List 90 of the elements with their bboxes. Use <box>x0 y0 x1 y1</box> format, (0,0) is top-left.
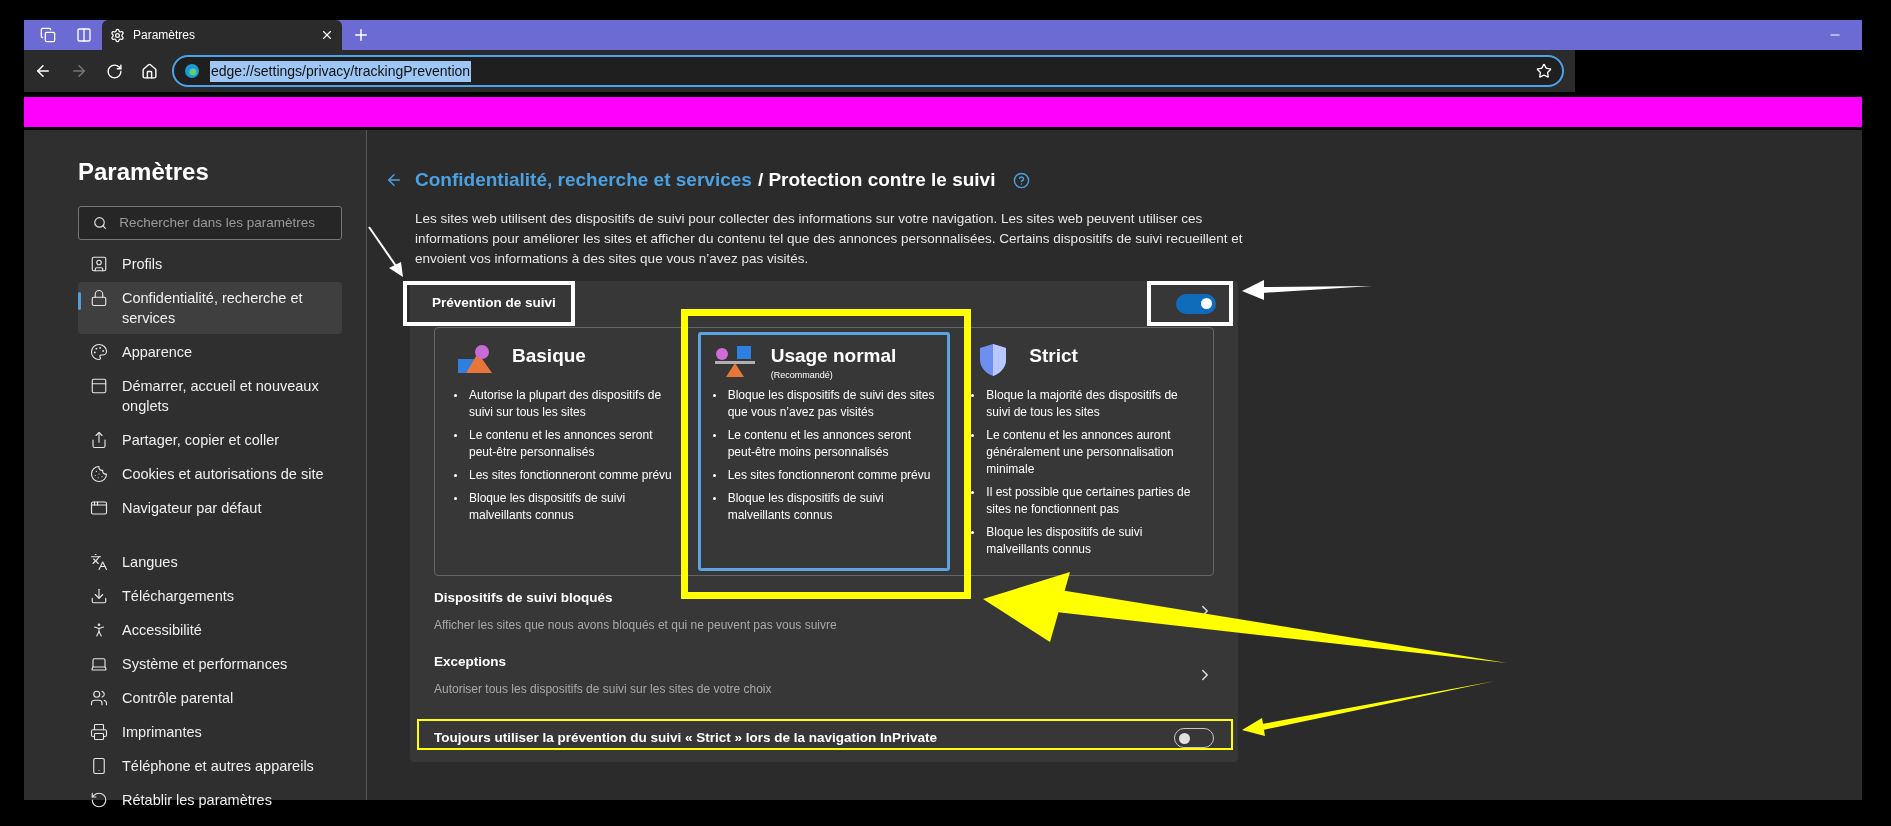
tab-actions-icon[interactable] <box>76 27 92 43</box>
download-icon <box>90 587 108 605</box>
browser-logo-icon <box>184 63 200 79</box>
bullet-text: Bloque les dispositifs de suivi malveillants connus <box>469 489 627 524</box>
sidebar-item[interactable]: Accessibilité <box>78 614 342 646</box>
sidebar-item[interactable]: Confidentialité, recherche et services <box>78 282 342 334</box>
forward-icon[interactable] <box>70 62 88 80</box>
description: Les sites web utilisent des dispositifs de suivi pour collecter des informations sur votre navigation. Les sites web peuvent utiliser ces informations pour améliorer les sites et afficher du contenu tel que des annonces personnalisées. Certains dispositifs de suivi recueillent et envoient vos informations à des sites que vous n’avez pas visités. <box>415 209 1244 268</box>
browser-tab[interactable]: Paramètres <box>102 20 342 50</box>
laptop-icon <box>90 655 108 673</box>
sidebar-item[interactable]: Cookies et autorisations de site <box>78 458 342 490</box>
refresh-icon[interactable] <box>106 62 123 80</box>
level-subtitle: (Recommandé) <box>770 368 834 382</box>
annotation-arrow <box>368 226 403 277</box>
family-icon <box>90 689 108 707</box>
level-title: Usage normal <box>770 343 897 368</box>
settings-row[interactable]: Exceptions Autoriser tous les dispositifs de suivi sur les sites de votre choix <box>410 639 1238 704</box>
page-title: / Protection contre le suivi <box>757 168 996 192</box>
level-card[interactable] <box>697 331 951 571</box>
sidebar-item[interactable]: Rétablir les paramètres <box>78 784 342 816</box>
window-icon <box>90 377 108 395</box>
search-field[interactable]: Rechercher dans les paramètres <box>78 206 342 240</box>
toggle-switch[interactable] <box>1176 293 1216 314</box>
back-icon[interactable] <box>34 62 52 80</box>
bullet-text: Les sites fonctionneront comme prévu <box>727 466 931 484</box>
sidebar-item[interactable]: Système et performances <box>78 648 342 680</box>
sidebar-item[interactable]: Langues <box>78 546 342 578</box>
lock-icon <box>90 289 108 307</box>
browser-icon <box>90 499 108 517</box>
sidebar-item[interactable]: Partager, copier et coller <box>78 424 342 456</box>
sidebar-item[interactable]: Contrôle parental <box>78 682 342 714</box>
language-icon <box>90 553 108 571</box>
palette-icon <box>90 343 108 361</box>
sidebar-item[interactable]: Apparence <box>78 336 342 368</box>
bullet-text: Il est possible que certaines parties de sites ne fonctionnent pas <box>986 483 1192 518</box>
sidebar-item[interactable]: Démarrer, accueil et nouveaux onglets <box>78 370 342 422</box>
bullet-icon <box>971 490 975 494</box>
bullet-icon <box>971 433 975 437</box>
bullet-text: Bloque les dispositifs de suivi malveillants connus <box>727 489 885 524</box>
share-icon <box>90 431 108 449</box>
sidebar-item[interactable]: Téléphone et autres appareils <box>78 750 342 782</box>
shield-icon <box>979 342 1008 377</box>
sidebar-item[interactable]: Téléchargements <box>78 580 342 612</box>
home-icon[interactable] <box>141 62 158 80</box>
sidebar-item[interactable]: Navigateur par défaut <box>78 492 342 524</box>
bullet-text: Le contenu et les annonces seront peut-être personnalisés <box>469 426 654 461</box>
reset-icon <box>90 791 108 809</box>
new-tab-icon[interactable] <box>352 26 370 44</box>
bullet-icon <box>712 473 716 477</box>
row-title: Dispositifs de suivi bloqués <box>434 588 614 607</box>
level-title: Basique <box>512 343 586 368</box>
help-icon[interactable] <box>1013 171 1031 189</box>
url-text: edge://settings/privacy/trackingPrevention <box>210 60 472 82</box>
printer-icon <box>90 723 108 741</box>
bullet-icon <box>454 433 457 437</box>
settings-icon <box>110 27 125 43</box>
bullet-icon <box>971 393 975 397</box>
bullet-text: Bloque les dispositifs de suivi des sites que vous n’avez pas visités <box>727 386 936 421</box>
workspaces-icon[interactable] <box>40 27 56 43</box>
search-icon <box>93 215 108 231</box>
favorite-icon[interactable] <box>1536 63 1552 79</box>
sidebar-item[interactable]: Profils <box>78 248 342 280</box>
bullet-icon <box>712 393 716 397</box>
breadcrumb-link[interactable]: Confidentialité, recherche et services <box>415 166 752 195</box>
address-field[interactable]: edge://settings/privacy/trackingPrevention <box>172 55 1564 87</box>
bullet-text: Le contenu et les annonces auront généralement une personnalisation minimale <box>986 426 1175 478</box>
level-title: Strict <box>1029 343 1078 368</box>
phone-icon <box>90 757 108 775</box>
bullet-icon <box>712 496 716 500</box>
bullet-icon <box>454 393 457 397</box>
row-title: Exceptions <box>434 652 508 671</box>
bullet-text: Le contenu et les annonces seront peut-être moins personnalisés <box>727 426 913 461</box>
row-description: Afficher les sites que nous avons bloqués et qui ne peuvent pas vous suivre <box>434 616 838 634</box>
bullet-text: Les sites fonctionneront comme prévu <box>469 466 672 484</box>
bullet-icon <box>712 433 716 437</box>
bullet-text: Bloque les dispositifs de suivi malveillants connus <box>986 523 1144 558</box>
bullet-text: Autorise la plupart des dispositifs de suivi sur tous les sites <box>469 386 663 421</box>
row-description: Autoriser tous les dispositifs de suivi sur les sites de votre choix <box>434 681 773 698</box>
search-input[interactable]: Rechercher dans les paramètres <box>119 212 327 234</box>
bullet-icon <box>454 473 457 477</box>
sidebar-item[interactable]: Imprimantes <box>78 716 342 748</box>
section-title: Prévention de suivi <box>432 294 556 313</box>
bullet-icon <box>454 496 457 500</box>
bullet-text: Bloque la majorité des dispositifs de suivi de tous les sites <box>986 386 1179 421</box>
sidebar-title: Paramètres <box>78 157 210 187</box>
close-icon[interactable] <box>320 28 334 42</box>
row-title: Toujours utiliser la prévention du suivi « Strict » lors de la navigation InPrivate <box>434 730 938 746</box>
bullet-icon <box>971 530 975 534</box>
cookie-icon <box>90 465 108 483</box>
profile-icon <box>90 255 108 273</box>
